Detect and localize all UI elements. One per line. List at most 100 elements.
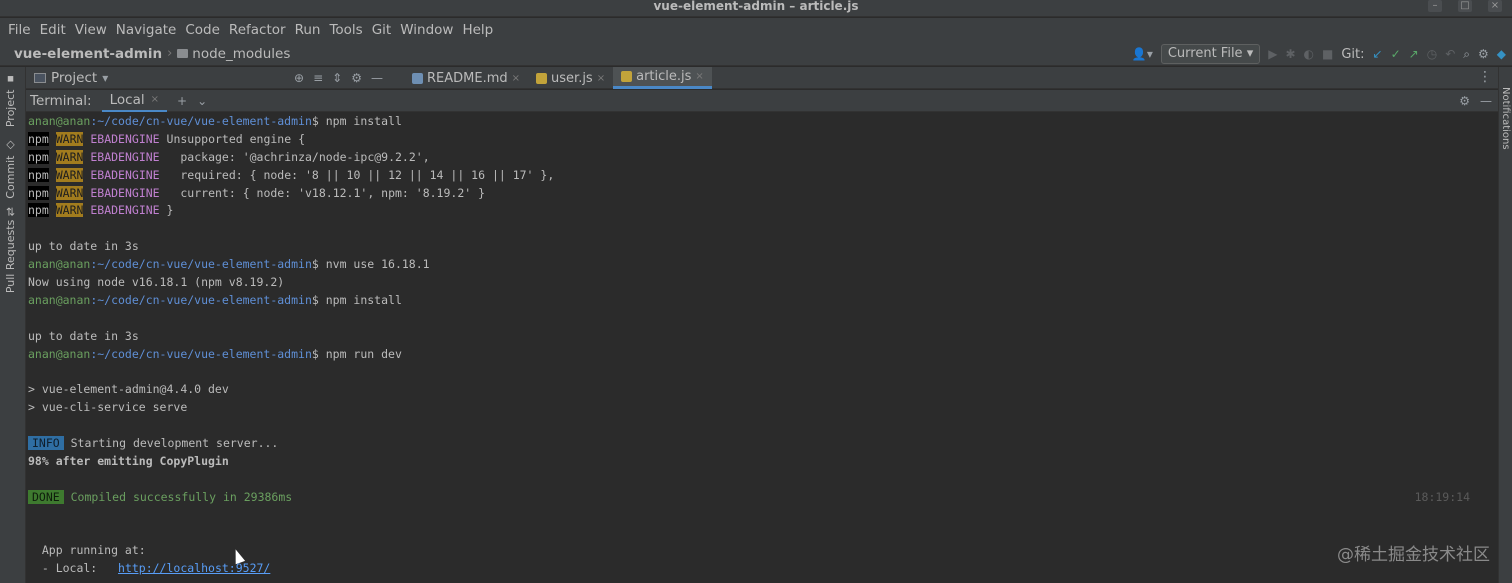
terminal-output[interactable]: anan@anan:~/code/cn-vue/vue-element-admi… — [26, 113, 1498, 583]
breadcrumb-folder[interactable]: node_modules — [177, 46, 290, 62]
terminal-line: npm WARN EBADENGINE package: '@achrinza/… — [28, 149, 1498, 167]
terminal-line: INFO Starting development server... — [28, 435, 1498, 453]
menu-refactor[interactable]: Refactor — [229, 22, 286, 38]
minimize-icon[interactable]: – — [1428, 0, 1442, 12]
menu-window[interactable]: Window — [400, 22, 453, 38]
maximize-icon[interactable]: □ — [1458, 0, 1472, 12]
prompt-user: anan@anan — [28, 257, 91, 272]
project-view-icon — [34, 73, 46, 83]
coverage-icon[interactable]: ◐ — [1304, 44, 1314, 64]
terminal-line: 98% after emitting CopyPlugin — [28, 453, 229, 468]
done-tag: DONE — [28, 489, 64, 504]
tab-close-icon[interactable]: × — [512, 73, 520, 84]
menu-help[interactable]: Help — [462, 22, 493, 38]
command-text: $ nvm use 16.18.1 — [311, 257, 430, 272]
terminal-line: npm WARN EBADENGINE Unsupported engine { — [28, 131, 1498, 149]
project-settings-gear-icon[interactable]: ⚙ — [351, 68, 362, 88]
hide-panel-icon[interactable]: — — [371, 68, 383, 88]
terminal-settings-gear-icon[interactable]: ⚙ — [1459, 91, 1470, 111]
run-config-dropdown[interactable]: Current File ▾ — [1160, 44, 1261, 64]
menu-git[interactable]: Git — [372, 22, 392, 38]
expand-all-icon[interactable]: ≡ — [313, 68, 323, 88]
git-history-icon[interactable]: ◷ — [1427, 44, 1437, 64]
git-update-icon[interactable]: ↙ — [1373, 44, 1383, 64]
breadcrumb-project[interactable]: vue-element-admin — [14, 46, 162, 62]
terminal-line: anan@anan:~/code/cn-vue/vue-element-admi… — [28, 346, 1498, 364]
warn-tag: WARN — [55, 167, 84, 182]
git-label: Git: — [1341, 46, 1365, 62]
tab-readme[interactable]: README.md × — [404, 67, 528, 89]
prompt-user: anan@anan — [28, 292, 91, 307]
terminal-header: Terminal: Local × + ⌄ ⚙ — — [26, 90, 1498, 112]
search-icon[interactable]: ⌕ — [1463, 44, 1470, 64]
warn-code: EBADENGINE — [90, 131, 160, 146]
terminal-line: npm WARN EBADENGINE current: { node: 'v1… — [28, 185, 1498, 203]
warn-text: required: { node: '8 || 10 || 12 || 14 |… — [159, 167, 555, 182]
window-controls: – □ × — [1428, 0, 1502, 12]
settings-gear-icon[interactable]: ⚙ — [1478, 44, 1489, 64]
menu-navigate[interactable]: Navigate — [116, 22, 177, 38]
command-text: $ npm run dev — [311, 346, 402, 361]
menu-file[interactable]: File — [8, 22, 31, 38]
prompt-path: :~/code/cn-vue/vue-element-admin — [90, 257, 312, 272]
tab-readme-label: README.md — [427, 70, 508, 86]
run-icon[interactable]: ▶ — [1268, 44, 1277, 64]
ide-logo-icon[interactable]: ◆ — [1497, 44, 1506, 64]
menu-edit[interactable]: Edit — [40, 22, 66, 38]
terminal-tab-local[interactable]: Local × — [101, 90, 167, 112]
npm-tag: npm — [28, 185, 49, 200]
project-panel-header[interactable]: Project ▾ — [34, 68, 108, 88]
new-terminal-plus-icon[interactable]: + — [177, 91, 187, 111]
sidebar-tab-project[interactable]: Project ▪ — [4, 73, 17, 127]
terminal-line: App running at: — [28, 543, 146, 558]
menu-tools[interactable]: Tools — [329, 22, 362, 38]
git-push-icon[interactable]: ↗ — [1409, 44, 1419, 64]
chevron-down-icon[interactable]: ▾ — [102, 68, 108, 88]
terminal-line: up to date in 3s — [28, 239, 139, 254]
tab-article-js[interactable]: article.js × — [613, 67, 712, 89]
toolbar-right: 👤▾ Current File ▾ ▶ ✱ ◐ ■ Git: ↙ ✓ ↗ ◷ ↶… — [1132, 44, 1506, 64]
editor-tab-row: Project ▾ ⊕ ≡ ⇕ ⚙ — README.md × user.js … — [26, 67, 1498, 89]
terminal-line: npm WARN EBADENGINE required: { node: '8… — [28, 167, 1498, 185]
local-url-link[interactable]: http://localhost:9527/ — [118, 561, 270, 575]
warn-text: current: { node: 'v18.12.1', npm: '8.19.… — [159, 185, 486, 200]
tab-close-icon[interactable]: × — [151, 94, 159, 105]
terminal-scrollbar[interactable] — [1490, 113, 1498, 583]
stop-icon[interactable]: ■ — [1322, 44, 1333, 64]
debug-icon[interactable]: ✱ — [1285, 44, 1295, 64]
git-commit-icon[interactable]: ✓ — [1391, 44, 1401, 64]
window-title: vue-element-admin – article.js — [653, 0, 859, 13]
warn-code: EBADENGINE — [90, 167, 160, 182]
warn-tag: WARN — [55, 131, 84, 146]
tab-close-icon[interactable]: × — [597, 73, 605, 84]
warn-text: } — [159, 203, 174, 218]
menu-run[interactable]: Run — [295, 22, 321, 38]
warn-text: Unsupported engine { — [159, 131, 306, 146]
terminal-label: Terminal: — [30, 92, 92, 109]
run-config-label: Current File — [1167, 46, 1243, 61]
chevron-down-icon[interactable]: ⌄ — [197, 91, 207, 111]
hide-terminal-icon[interactable]: — — [1480, 91, 1492, 111]
user-icon[interactable]: 👤▾ — [1132, 44, 1153, 64]
git-rollback-icon[interactable]: ↶ — [1445, 44, 1455, 64]
terminal-line: anan@anan:~/code/cn-vue/vue-element-admi… — [28, 292, 1498, 310]
tab-close-icon[interactable]: × — [695, 71, 703, 82]
sidebar-tab-pull-requests[interactable]: Pull Requests ⇄ — [4, 207, 17, 293]
collapse-all-icon[interactable]: ⇕ — [332, 68, 342, 88]
tab-user-js[interactable]: user.js × — [528, 67, 613, 89]
terminal-line: DONE Compiled successfully in 29386ms 18:… — [28, 489, 1498, 507]
npm-tag: npm — [28, 131, 49, 146]
menu-code[interactable]: Code — [185, 22, 220, 38]
more-options-icon[interactable]: ⋮ — [1478, 67, 1492, 87]
sidebar-tab-notifications[interactable]: Notifications — [1500, 87, 1511, 150]
menu-view[interactable]: View — [75, 22, 107, 38]
close-icon[interactable]: × — [1488, 0, 1502, 12]
terminal-tab-label: Local — [109, 91, 145, 108]
sidebar-tab-commit[interactable]: Commit ◇ — [4, 139, 17, 199]
select-opened-file-icon[interactable]: ⊕ — [294, 68, 304, 88]
